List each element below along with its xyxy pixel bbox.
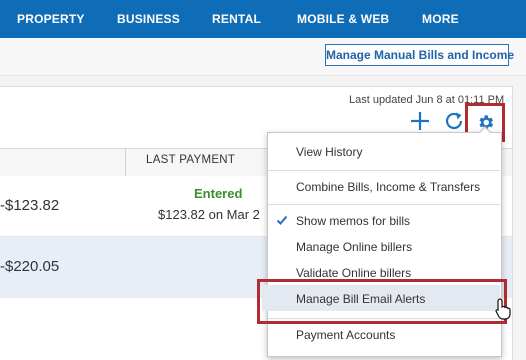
nav-item-rental[interactable]: RENTAL [212,0,261,38]
row-amount: -$123.82 [0,197,60,214]
column-divider [125,148,126,176]
column-header-last-payment[interactable]: LAST PAYMENT [146,154,235,166]
right-gutter [513,86,526,359]
menu-item-combine[interactable]: Combine Bills, Income & Transfers [296,180,480,194]
manage-manual-bills-button[interactable]: Manage Manual Bills and Income [325,44,514,66]
menu-item-show-memos[interactable]: Show memos for bills [296,214,410,228]
menu-caret-inner [479,128,491,134]
menu-separator [268,170,500,171]
menu-separator [268,204,500,205]
menu-item-validate-online-billers[interactable]: Validate Online billers [296,266,411,280]
top-nav-bar: PROPERTY BUSINESS RENTAL MOBILE & WEB MO… [0,0,526,38]
row-amount: -$220.05 [0,258,60,275]
last-payment-detail: $123.82 on Mar 2 [158,207,260,222]
nav-item-property[interactable]: PROPERTY [17,0,85,38]
pointer-cursor-icon [495,298,511,325]
menu-item-manage-online-billers[interactable]: Manage Online billers [296,240,412,254]
menu-item-payment-accounts[interactable]: Payment Accounts [296,328,395,342]
menu-separator [268,318,500,319]
menu-item-view-history[interactable]: View History [296,145,362,159]
nav-item-more[interactable]: MORE [422,0,459,38]
nav-item-mobile-web[interactable]: MOBILE & WEB [297,0,389,38]
check-icon [276,214,288,229]
payment-status: Entered [194,186,243,201]
nav-item-business[interactable]: BUSINESS [117,0,180,38]
